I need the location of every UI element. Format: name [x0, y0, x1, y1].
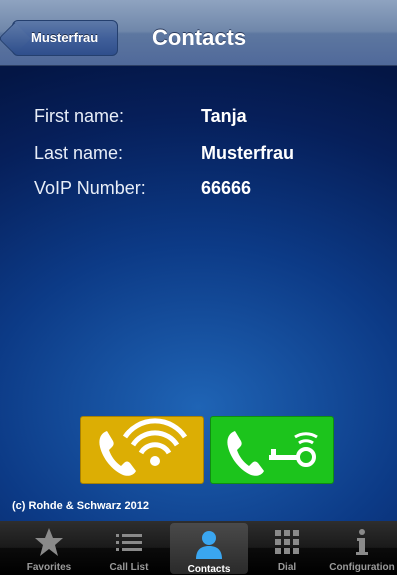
wlan-call-button[interactable] — [80, 416, 204, 484]
back-button[interactable]: Musterfrau — [12, 20, 118, 56]
phone-key-icon — [227, 431, 318, 476]
page-title: Contacts — [152, 25, 247, 50]
voip-number-label: VoIP Number: — [34, 178, 146, 198]
copyright-text: (c) Rohde & Schwarz 2012 — [12, 500, 149, 512]
first-name-value: Tanja — [201, 106, 247, 126]
contact-detail-panel: First name: Tanja Last name: Musterfrau … — [0, 66, 397, 521]
tab-favorites[interactable]: Favorites — [10, 521, 88, 574]
tab-label: Call List — [109, 562, 149, 573]
tab-dial[interactable]: Dial — [248, 521, 326, 574]
tab-contacts[interactable]: Contacts — [170, 523, 248, 575]
info-icon — [356, 529, 368, 555]
keypad-icon — [275, 530, 299, 554]
key-call-button[interactable] — [210, 416, 334, 484]
list-icon — [116, 534, 142, 551]
person-icon — [196, 531, 222, 559]
phone-wifi-icon — [99, 418, 188, 476]
tab-label: Configuration — [329, 562, 395, 573]
tab-call-list[interactable]: Call List — [90, 521, 168, 574]
voip-number-value: 66666 — [201, 178, 252, 198]
last-name-value: Musterfrau — [201, 143, 295, 163]
first-name-label: First name: — [34, 106, 125, 126]
tab-configuration[interactable]: Configuration — [323, 521, 397, 574]
tab-label: Contacts — [187, 564, 231, 575]
navigation-bar: Musterfrau Contacts — [0, 0, 397, 66]
star-icon — [35, 528, 63, 556]
last-name-label: Last name: — [34, 143, 124, 163]
tab-bar: Favorites Call List Contacts Dial Config… — [0, 521, 397, 575]
tab-label: Dial — [277, 562, 297, 573]
tab-label: Favorites — [26, 562, 72, 573]
